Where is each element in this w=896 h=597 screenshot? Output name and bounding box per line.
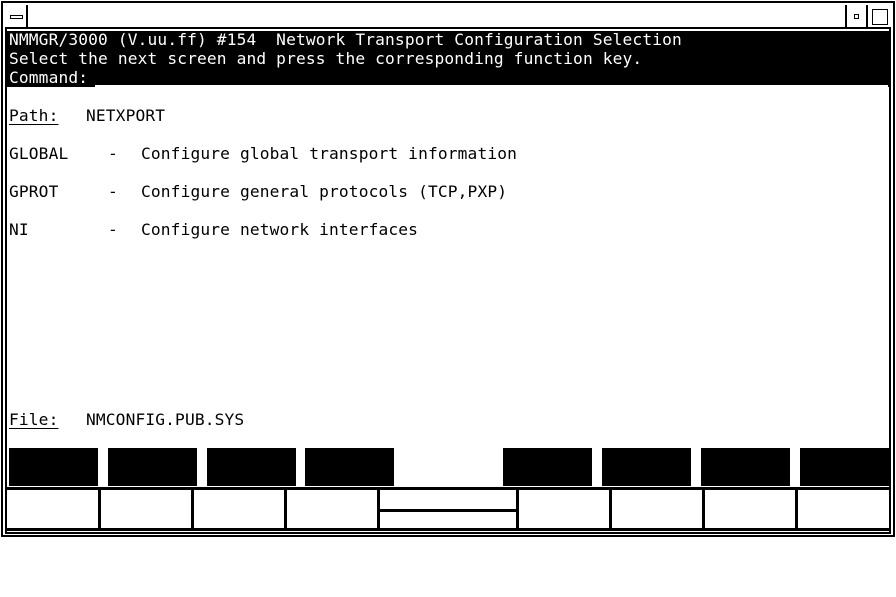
grid-cell[interactable]: [798, 490, 889, 528]
option-key: GPROT: [9, 182, 59, 201]
option-key: GLOBAL: [9, 144, 69, 163]
f5-blank-button[interactable]: [503, 448, 592, 486]
grid-cell[interactable]: [705, 490, 798, 528]
maximize-icon: [872, 9, 888, 25]
system-menu-icon: [10, 15, 23, 19]
minimize-icon: [854, 14, 859, 19]
grid-cell[interactable]: [194, 490, 287, 528]
grid-cell[interactable]: [612, 490, 705, 528]
f6-blank-button[interactable]: [602, 448, 691, 486]
path-value: NETXPORT: [86, 106, 166, 125]
command-label: Command:: [9, 68, 89, 87]
fkey-label-line2: NI: [217, 540, 247, 560]
f1-go-to-global-button[interactable]: Go To GLOBAL: [9, 448, 98, 559]
option-description: Configure global transport information: [141, 144, 518, 163]
title-bar[interactable]: [5, 5, 891, 29]
grid-cell[interactable]: [101, 490, 194, 528]
option-key: NI: [9, 220, 29, 239]
command-input[interactable]: [95, 85, 888, 87]
fkey-label-line2: GPROT: [118, 540, 167, 560]
option-description: Configure network interfaces: [141, 220, 419, 239]
f7-help-button[interactable]: Help: [701, 448, 790, 504]
grid-cell[interactable]: [519, 490, 612, 528]
screen-title: NMMGR/3000 (V.uu.ff) #154 Network Transp…: [9, 30, 682, 49]
file-value: NMCONFIG.PUB.SYS: [86, 410, 245, 429]
fkey-label-line2: Screen: [810, 540, 869, 560]
grid-cell[interactable]: [287, 490, 380, 528]
f2-go-to-gprot-button[interactable]: Go To GPROT: [108, 448, 197, 559]
option-dash: -: [108, 220, 118, 239]
option-dash: -: [108, 182, 118, 201]
path-label: Path:: [9, 106, 59, 125]
option-dash: -: [108, 144, 118, 163]
f4-blank-button[interactable]: [305, 448, 394, 486]
instruction-text: Select the next screen and press the cor…: [9, 49, 643, 68]
f3-go-to-ni-button[interactable]: Go To NI: [207, 448, 296, 559]
file-label: File:: [9, 410, 59, 429]
option-description: Configure general protocols (TCP,PXP): [141, 182, 508, 201]
fkey-label-line2: GLOBAL: [19, 540, 78, 560]
grid-divider: [380, 509, 516, 512]
f8-prior-screen-button[interactable]: Prior Screen: [800, 448, 889, 559]
softkey-label-grid: [7, 487, 889, 531]
grid-cell[interactable]: [7, 490, 101, 528]
